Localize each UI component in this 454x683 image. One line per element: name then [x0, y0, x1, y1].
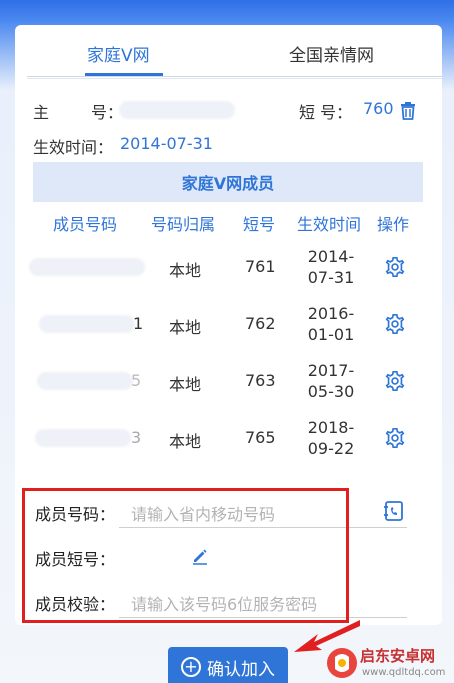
- tab-bar: 家庭V网 全国亲情网: [15, 25, 442, 79]
- member-short: 765: [245, 428, 276, 447]
- watermark-logo-icon: [327, 648, 357, 678]
- member-date-line1: 2017-: [307, 361, 355, 380]
- highlight-box: [22, 488, 349, 623]
- member-date-line1: 2014-: [307, 247, 355, 266]
- contact-book-icon[interactable]: [383, 500, 405, 522]
- member-date-line2: 09-22: [307, 439, 355, 458]
- member-date-line2: 05-30: [307, 382, 355, 401]
- member-number-masked: [29, 258, 145, 276]
- member-location: 本地: [169, 318, 202, 337]
- member-location: 本地: [169, 375, 202, 394]
- confirm-join-label: 确认加入: [207, 659, 275, 680]
- tab-divider: [27, 76, 442, 77]
- member-number-masked: [35, 429, 131, 447]
- watermark-url: www.qdltdq.com: [362, 667, 446, 678]
- member-short: 761: [245, 257, 276, 276]
- gear-icon[interactable]: [384, 313, 406, 335]
- member-date-line1: 2018-: [307, 418, 355, 437]
- gear-icon[interactable]: [384, 370, 406, 392]
- confirm-join-button[interactable]: + 确认加入: [168, 647, 288, 683]
- member-number-masked: [37, 372, 133, 390]
- gear-icon[interactable]: [384, 427, 406, 449]
- member-number-suffix: 5: [131, 371, 142, 390]
- member-short: 762: [245, 314, 276, 333]
- trash-icon[interactable]: [400, 102, 416, 120]
- tab-divider-secondary: [27, 78, 442, 79]
- plus-circle-icon: +: [181, 657, 201, 677]
- member-number-masked: [39, 315, 135, 333]
- short-number-value: 760: [363, 99, 394, 118]
- gear-icon[interactable]: [384, 256, 406, 278]
- main-number-label: 主: [33, 103, 50, 122]
- members-section-title: 家庭V网成员: [33, 162, 423, 202]
- short-number-label: 短 号：: [299, 103, 353, 122]
- watermark-title: 启东安卓网: [360, 647, 436, 665]
- member-location: 本地: [169, 432, 202, 451]
- col-short-number: 短号: [243, 215, 276, 234]
- watermark: 启东安卓网 www.qdltdq.com: [322, 643, 454, 683]
- member-number-suffix: 1: [133, 314, 144, 333]
- effective-date-label: 生效时间：: [33, 138, 114, 157]
- member-location: 本地: [169, 261, 202, 280]
- member-date-line2: 07-31: [307, 268, 355, 287]
- member-short: 763: [245, 371, 276, 390]
- main-number-masked: [119, 101, 235, 119]
- col-member-number: 成员号码: [53, 215, 118, 234]
- tab-national-family[interactable]: 全国亲情网: [289, 41, 374, 66]
- member-number-suffix: 3: [131, 428, 142, 447]
- col-action: 操作: [377, 215, 410, 234]
- col-location: 号码归属: [151, 215, 216, 234]
- member-date-line2: 01-01: [307, 325, 355, 344]
- tab-family-vnet[interactable]: 家庭V网: [87, 41, 150, 66]
- col-effective-date: 生效时间: [297, 215, 362, 234]
- effective-date-value: 2014-07-31: [120, 134, 213, 153]
- member-date-line1: 2016-: [307, 304, 355, 323]
